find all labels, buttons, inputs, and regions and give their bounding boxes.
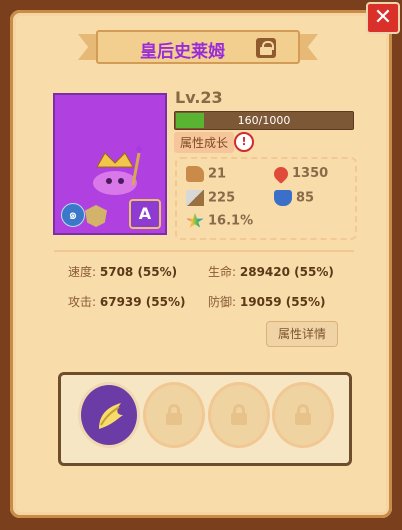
growth-label: 属性成长: [174, 132, 235, 153]
defense-row: 防御: 19059 (55%): [208, 295, 326, 309]
strength-stat: 21: [186, 166, 226, 182]
close-button[interactable]: ✕: [366, 2, 400, 34]
speed-row: 速度: 5708 (55%): [68, 265, 178, 279]
level-label: Lv.23: [175, 88, 223, 107]
hp-row: 生命: 289420 (55%): [208, 265, 334, 279]
xp-bar: 160/1000: [174, 111, 354, 130]
star-icon: [186, 213, 204, 228]
hero-portrait[interactable]: ๑ A: [53, 93, 167, 235]
feather-skill-icon: [99, 403, 123, 429]
lock-icon[interactable]: [256, 38, 276, 58]
boot-icon: [186, 166, 204, 182]
attack-row: 攻击: 67939 (55%): [68, 295, 186, 309]
warning-icon[interactable]: !: [234, 132, 254, 152]
banner-body: 皇后史莱姆: [96, 30, 300, 64]
skill-slot-4[interactable]: [272, 382, 334, 448]
skill-slot-3[interactable]: [208, 382, 270, 448]
heart-icon: [271, 163, 291, 184]
details-button[interactable]: 属性详情: [266, 321, 338, 347]
lock-icon: [293, 404, 313, 425]
lock-icon: [164, 404, 184, 425]
skill-slot-1[interactable]: [78, 382, 140, 448]
hp-stat: 1350: [271, 163, 328, 184]
section-divider: [54, 250, 354, 252]
grade-badge: A: [129, 199, 161, 229]
water-rune-icon: ๑: [61, 203, 85, 227]
rate-stat: 16.1%: [186, 213, 253, 229]
hero-name-banner: 皇后史莱姆: [78, 30, 318, 64]
armor-icon: [274, 190, 292, 206]
skill-slot-2[interactable]: [143, 382, 205, 448]
defense-stat: 85: [274, 190, 314, 206]
hero-name: 皇后史莱姆: [140, 42, 225, 62]
xp-text: 160/1000: [237, 114, 291, 127]
attack-stat: 225: [186, 190, 235, 206]
sword-icon: [186, 190, 204, 206]
lock-icon: [229, 404, 249, 425]
slime-queen-icon: [93, 145, 143, 195]
shield-icon: [85, 205, 107, 227]
